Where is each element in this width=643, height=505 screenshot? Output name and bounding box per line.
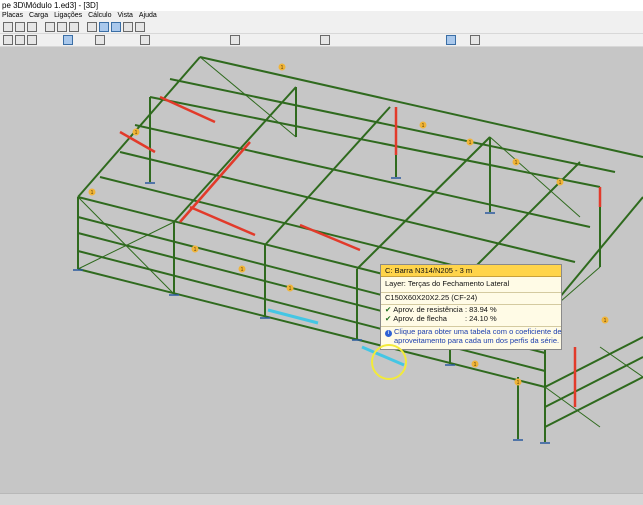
node-badge: 1 — [469, 140, 472, 146]
axes-icon[interactable] — [111, 22, 121, 32]
tooltip-layer-label: Layer — [385, 279, 404, 288]
critical-members — [119, 95, 602, 407]
node-badge: 1 — [515, 160, 518, 166]
rotate-icon[interactable] — [69, 22, 79, 32]
node-badge: 1 — [604, 318, 607, 324]
settings-icon[interactable] — [470, 35, 480, 45]
node-badge: 1 — [194, 247, 197, 253]
layers-icon[interactable] — [123, 22, 133, 32]
tooltip-header: C: Barra N314/N205 - 3 m — [381, 265, 561, 277]
frame-members — [77, 56, 643, 442]
toolbar-main — [0, 21, 643, 34]
open-icon[interactable] — [15, 22, 25, 32]
tooltip-deflection-row: ✔ Aprov. de flecha : 24.10 % — [381, 314, 561, 323]
menu-bar: Placas Carga Ligações Cálculo Vista Ajud… — [0, 11, 643, 21]
menu-ligacoes[interactable]: Ligações — [54, 11, 82, 21]
new-icon[interactable] — [3, 22, 13, 32]
node-badge: 1 — [91, 190, 94, 196]
menu-calculo[interactable]: Cálculo — [88, 11, 111, 21]
sections-icon[interactable] — [95, 35, 105, 45]
tooltip-info-line2[interactable]: aproveitamento para cada um dos perfis d… — [381, 336, 561, 345]
pan-icon[interactable] — [57, 22, 67, 32]
tooltip-resistance-value: : 83.94 % — [465, 305, 497, 314]
node-badge: 1 — [281, 65, 284, 71]
window-title: pe 3D\Módulo 1.ed3] - [3D] — [0, 0, 643, 11]
grid-icon[interactable] — [99, 22, 109, 32]
menu-placas[interactable]: Placas — [2, 11, 23, 21]
toolbar-view — [0, 34, 643, 47]
tooltip-layer-row: Layer: Terças do Fechamento Lateral — [385, 279, 510, 288]
tooltip-deflection-label: Aprov. de flecha — [393, 314, 447, 323]
render-icon[interactable] — [140, 35, 150, 45]
measure-icon[interactable] — [135, 22, 145, 32]
menu-ajuda[interactable]: Ajuda — [139, 11, 157, 21]
loads-icon[interactable] — [63, 35, 73, 45]
show-icon[interactable] — [320, 35, 330, 45]
tooltip-layer-value: Terças do Fechamento Lateral — [407, 279, 510, 288]
hide-icon[interactable] — [230, 35, 240, 45]
check-icon: ✔ — [385, 305, 392, 314]
bars-icon[interactable] — [3, 35, 13, 45]
colors-icon[interactable] — [446, 35, 456, 45]
nodes-icon[interactable] — [15, 35, 25, 45]
supports-icon[interactable] — [27, 35, 37, 45]
menu-carga[interactable]: Carga — [29, 11, 48, 21]
zoom-icon[interactable] — [45, 22, 55, 32]
node-badge: 1 — [135, 130, 138, 136]
tooltip-resistance-row: ✔ Aprov. de resistência : 83.94 % — [381, 304, 561, 314]
tooltip-profile: C150X60X20X2.25 (CF-24) — [381, 292, 561, 302]
tooltip-info-line1: Clique para obter uma tabela com o coefi… — [394, 327, 562, 336]
save-icon[interactable] — [27, 22, 37, 32]
select-icon[interactable] — [87, 22, 97, 32]
status-bar — [0, 493, 643, 505]
selected-member-1 — [267, 308, 319, 325]
member-tooltip: C: Barra N314/N205 - 3 m Layer: Terças d… — [380, 264, 562, 350]
menu-vista[interactable]: Vista — [117, 11, 132, 21]
check-icon: ✔ — [385, 314, 392, 323]
node-badge: 1 — [422, 123, 425, 129]
node-badge: 1 — [289, 286, 292, 292]
node-badge: 1 — [517, 380, 520, 386]
tooltip-resistance-label: Aprov. de resistência — [393, 305, 463, 314]
node-badge: 1 — [474, 362, 477, 368]
cursor-highlight-icon — [371, 344, 407, 380]
tooltip-deflection-value: : 24.10 % — [465, 314, 497, 323]
node-badge: 1 — [559, 180, 562, 186]
node-badge: 1 — [241, 267, 244, 273]
